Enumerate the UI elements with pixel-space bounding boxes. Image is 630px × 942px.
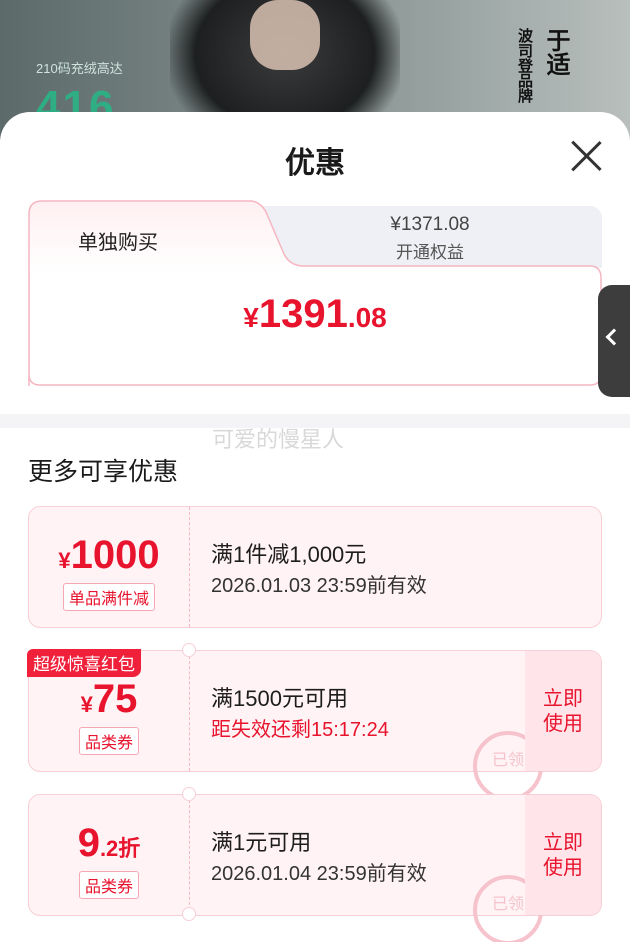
coupon-card: ¥75 品类券 满1500元可用 距失效还剩15:17:24 已领 立即 使用 超… — [27, 643, 602, 801]
coupon-countdown: 距失效还剩15:17:24 — [211, 719, 389, 741]
coupon-amount: 1000 — [70, 533, 160, 577]
single-purchase-label: 单独购买 — [78, 232, 158, 254]
coupon-type-tag: 品类券 — [78, 727, 140, 755]
final-price-currency: ¥ — [243, 302, 259, 333]
super-red-packet-badge: 超级惊喜红包 — [27, 649, 141, 677]
coupon-type-tag: 单品满件减 — [62, 583, 156, 611]
coupon-type-tag: 品类券 — [78, 871, 140, 899]
coupon-discount-decimal: .2折 — [99, 836, 141, 861]
coupon-notch-bottom — [182, 907, 196, 921]
price-tabs: ¥1371.08 开通权益 单独购买 ¥1391.08 — [28, 200, 602, 386]
coupon-validity: 2026.01.04 23:59前有效 — [211, 863, 427, 885]
banner-ambassador-name: 于适 — [542, 28, 569, 76]
coupon-value: ¥1000 — [29, 533, 189, 578]
model-face — [250, 0, 320, 70]
coupon-amount: 75 — [92, 677, 138, 721]
coupon-value: ¥75 — [29, 677, 189, 722]
coupon-value: 9.2折 — [29, 821, 189, 866]
tab-single-purchase[interactable]: 单独购买 ¥1391.08 — [28, 200, 602, 386]
close-button[interactable] — [566, 136, 606, 176]
banner-promo-text: 210码充绒高达 — [36, 61, 123, 76]
coupon-notch-top — [182, 643, 196, 657]
coupon-divider — [189, 795, 190, 915]
final-price-integer: 1391 — [258, 292, 348, 336]
watermark-text: 可爱的慢星人 — [212, 427, 345, 452]
coupon-value-area: 9.2折 品类券 — [29, 795, 189, 915]
final-price: ¥1391.08 — [28, 292, 602, 337]
final-price-decimal: .08 — [347, 302, 387, 333]
coupon-notch-top — [182, 787, 196, 801]
use-now-label: 立即 使用 — [543, 688, 583, 735]
use-now-button[interactable]: 立即 使用 — [525, 651, 601, 771]
coupon-validity: 2026.01.03 23:59前有效 — [211, 575, 427, 597]
coupon-condition: 满1元可用 — [211, 830, 312, 855]
coupon-divider — [189, 651, 190, 771]
banner-brand-text: 波司登品牌 — [516, 28, 533, 103]
use-now-label: 立即 使用 — [543, 832, 583, 879]
use-now-button[interactable]: 立即 使用 — [525, 795, 601, 915]
chevron-left-icon — [605, 328, 623, 346]
coupon-value-area: ¥1000 单品满件减 — [29, 507, 189, 627]
coupon-card: ¥1000 单品满件减 满1件减1,000元 2026.01.03 23:59前… — [28, 506, 602, 628]
sheet-title: 优惠 — [285, 147, 345, 180]
coupon-condition: 满1500元可用 — [211, 686, 348, 711]
coupon-discount: 9 — [77, 821, 100, 865]
coupon-currency: ¥ — [80, 692, 93, 717]
coupon-card: 9.2折 品类券 满1元可用 2026.01.04 23:59前有效 已领 立即… — [28, 787, 602, 942]
coupon-condition: 满1件减1,000元 — [211, 542, 367, 567]
coupon-currency: ¥ — [58, 548, 71, 573]
section-title: 更多可享优惠 — [28, 458, 179, 486]
coupon-divider — [189, 507, 190, 627]
side-drawer-handle[interactable] — [598, 285, 630, 397]
